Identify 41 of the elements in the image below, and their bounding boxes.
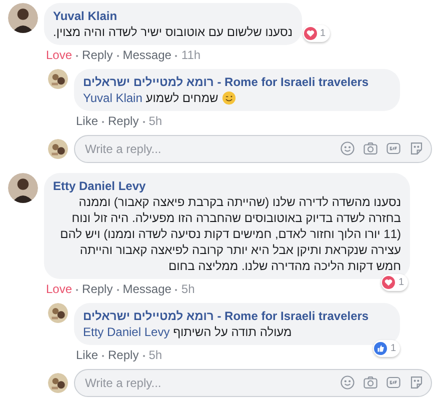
timestamp[interactable]: 5h xyxy=(148,348,162,363)
reaction-badge[interactable]: 1 xyxy=(381,274,408,291)
timestamp[interactable]: 5h xyxy=(181,282,195,297)
timestamp[interactable]: 5h xyxy=(148,114,162,129)
author-link[interactable]: Etty Daniel Levy xyxy=(53,178,401,194)
reaction-badge[interactable]: 1 xyxy=(302,25,330,42)
author-link[interactable]: Yuval Klain xyxy=(53,8,293,24)
reaction-link[interactable]: Like xyxy=(76,348,98,363)
sticker-icon[interactable] xyxy=(409,375,424,390)
reply-link[interactable]: Reply xyxy=(82,282,113,297)
camera-icon[interactable] xyxy=(363,375,378,390)
gif-icon[interactable] xyxy=(386,375,401,390)
reaction-count: 1 xyxy=(320,27,326,41)
reaction-link[interactable]: Love xyxy=(46,282,72,297)
reply-field[interactable]: Write a reply... xyxy=(74,369,432,397)
thumbs-up-icon xyxy=(374,342,388,355)
page-name-link[interactable]: רומא למטיילים ישראלים - Rome for Israeli travelers xyxy=(83,309,369,323)
page-name-link[interactable]: רומא למטיילים ישראלים - Rome for Israeli travelers xyxy=(83,75,369,89)
comment-text: נסענו שלשום עם אוטובוס ישיר לשדה והיה מצוין. xyxy=(53,24,293,40)
reaction-count: 1 xyxy=(398,276,404,290)
reply-text: מעולה תודה על השיתוף xyxy=(173,325,292,339)
emoji-icon[interactable] xyxy=(340,141,355,156)
camera-icon[interactable] xyxy=(363,141,378,156)
mention-link[interactable]: Etty Daniel Levy xyxy=(83,325,170,339)
reaction-link[interactable]: Like xyxy=(76,114,98,129)
message-link[interactable]: Message xyxy=(122,282,172,297)
reaction-badge[interactable]: 1 xyxy=(373,340,400,357)
reply-text: שמחים לשמוע xyxy=(146,91,218,105)
reply-field[interactable]: Write a reply... xyxy=(74,135,432,163)
timestamp[interactable]: 11h xyxy=(181,48,201,63)
gif-icon[interactable] xyxy=(386,141,401,156)
reply-link[interactable]: Reply xyxy=(108,114,139,129)
reply-link[interactable]: Reply xyxy=(82,48,113,63)
mention-link[interactable]: Yuval Klain xyxy=(83,91,142,105)
message-link[interactable]: Message xyxy=(122,48,172,63)
sticker-icon[interactable] xyxy=(409,141,424,156)
emoji-icon[interactable] xyxy=(340,375,355,390)
reply-link[interactable]: Reply xyxy=(108,348,139,363)
comment-text: נסענו מהשדה לדירה שלנו (שהייתה בקרבת פיאצה קאבור) וממנה בחזרה לשדה בדיוק באוטובוסים שהחברה הזו מפעילה. היה זול ונוח (11 יורו הלוך וחזור לאדם, חמישים דקות נסיעה לשדה וממנו) ויש להם עצירה שנקראת ותיקן אבל היא יותר קרובה לפיאצה קאבור והייתה חמש דקות הליכה מהדירה שלנו. ממליצה בחום xyxy=(59,194,401,274)
reaction-link[interactable]: Love xyxy=(46,48,72,63)
reaction-count: 1 xyxy=(390,342,396,356)
